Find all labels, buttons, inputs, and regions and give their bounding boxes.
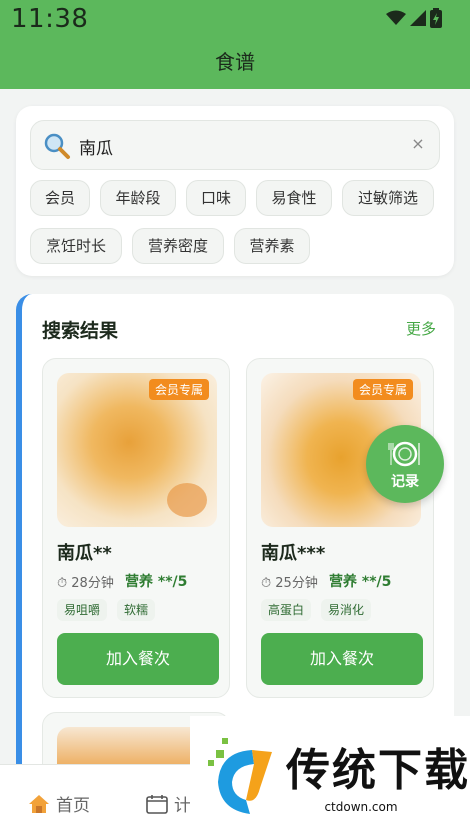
member-badge: 会员专属 bbox=[148, 379, 209, 400]
add-to-meal-button[interactable]: 加入餐次 bbox=[57, 633, 219, 685]
add-to-meal-button[interactable]: 加入餐次 bbox=[261, 633, 423, 685]
watermark-url: ctdown.com bbox=[286, 800, 436, 814]
timer-icon: ⏱ bbox=[261, 576, 272, 591]
recipe-name: 南瓜*** bbox=[261, 543, 326, 564]
filter-chip-age[interactable]: 年龄段 bbox=[100, 180, 176, 216]
search-input[interactable]: 南瓜 × bbox=[30, 120, 440, 170]
watermark-logo-icon bbox=[208, 738, 272, 814]
recipe-time: ⏱ 28分钟 bbox=[57, 576, 114, 591]
more-link[interactable]: 更多 bbox=[406, 318, 436, 339]
top-bar: 11:38 食谱 bbox=[0, 0, 470, 89]
wifi-icon bbox=[386, 10, 406, 25]
status-time: 11:38 bbox=[11, 4, 89, 34]
nav-item-home[interactable]: 首页 bbox=[28, 791, 90, 816]
filter-chip-ease[interactable]: 易食性 bbox=[256, 180, 332, 216]
recipe-card[interactable]: 会员专属 南瓜** ⏱ 28分钟 营养 **/5 易咀嚼 软糯 加入餐次 bbox=[42, 358, 230, 698]
filter-chip-taste[interactable]: 口味 bbox=[186, 180, 246, 216]
recipe-nutrition: 营养 **/5 bbox=[125, 574, 188, 590]
filter-chip-cook-time[interactable]: 烹饪时长 bbox=[30, 228, 122, 264]
search-card: 南瓜 × 会员 年龄段 口味 易食性 过敏筛选 烹饪时长 营养密度 营养素 bbox=[16, 106, 454, 276]
page-title: 食谱 bbox=[215, 50, 255, 74]
clear-icon[interactable]: × bbox=[407, 134, 429, 153]
signal-icon bbox=[410, 10, 426, 26]
nav-label: 首页 bbox=[56, 796, 90, 816]
battery-icon bbox=[430, 8, 442, 28]
member-badge: 会员专属 bbox=[352, 379, 413, 400]
watermark: 传统下载 ctdown.com bbox=[190, 716, 470, 836]
status-icons bbox=[386, 8, 442, 28]
recipe-tag: 易消化 bbox=[321, 599, 372, 621]
plate-icon bbox=[388, 441, 420, 467]
timer-icon: ⏱ bbox=[57, 576, 68, 591]
filter-chip-nutrients[interactable]: 营养素 bbox=[234, 228, 310, 264]
recipe-image: 会员专属 bbox=[57, 373, 217, 527]
recipe-name: 南瓜** bbox=[57, 543, 112, 564]
search-value[interactable]: 南瓜 bbox=[79, 134, 113, 159]
filter-chip-member[interactable]: 会员 bbox=[30, 180, 90, 216]
recipe-tag: 高蛋白 bbox=[261, 599, 312, 621]
recipe-nutrition: 营养 **/5 bbox=[329, 574, 392, 590]
watermark-brand: 传统下载 bbox=[286, 745, 470, 796]
search-icon bbox=[44, 133, 70, 159]
fab-label: 记录 bbox=[391, 474, 419, 490]
recipe-tag: 软糯 bbox=[117, 599, 156, 621]
filter-chip-nutrient-density[interactable]: 营养密度 bbox=[132, 228, 224, 264]
filter-chip-allergy[interactable]: 过敏筛选 bbox=[342, 180, 434, 216]
home-icon bbox=[29, 794, 49, 813]
nav-label: 计 bbox=[174, 796, 191, 816]
results-title: 搜索结果 bbox=[42, 320, 119, 342]
recipe-card[interactable]: 会员专属 南瓜*** ⏱ 25分钟 营养 **/5 高蛋白 易消化 加入餐次 bbox=[246, 358, 434, 698]
nav-item-plan[interactable]: 计 bbox=[146, 791, 191, 816]
calendar-icon bbox=[146, 794, 168, 814]
record-fab[interactable]: 记录 bbox=[366, 425, 444, 503]
recipe-tag: 易咀嚼 bbox=[57, 599, 108, 621]
recipe-time: ⏱ 25分钟 bbox=[261, 576, 318, 591]
